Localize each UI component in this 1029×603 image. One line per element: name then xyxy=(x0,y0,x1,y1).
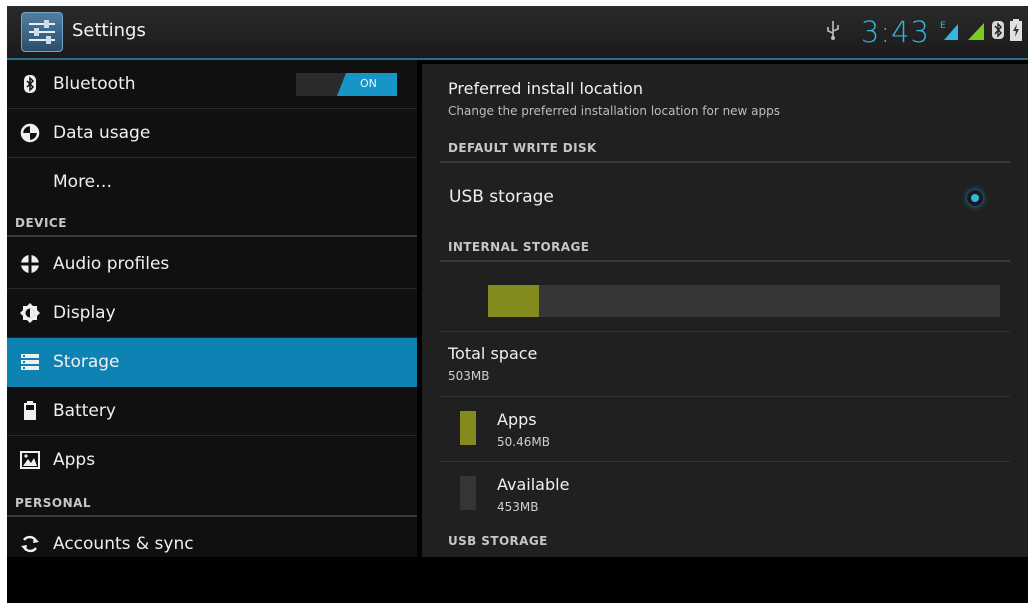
available-color-swatch xyxy=(460,476,476,510)
divider xyxy=(440,331,1010,332)
bluetooth-status-icon xyxy=(992,19,1004,45)
install-location-title[interactable]: Preferred install location xyxy=(448,79,643,98)
divider xyxy=(440,396,1010,397)
storage-usage-bar xyxy=(488,285,1000,317)
divider xyxy=(440,461,1010,462)
available-storage-value: 453MB xyxy=(497,500,539,514)
sidebar-item-label: Display xyxy=(53,303,116,323)
storage-icon xyxy=(20,352,40,372)
svg-text:E: E xyxy=(940,21,946,31)
page-title: Settings xyxy=(72,20,146,41)
display-icon xyxy=(20,303,40,323)
bluetooth-icon xyxy=(20,74,40,94)
apps-icon xyxy=(20,450,40,470)
clock: 3:43 xyxy=(860,15,930,49)
install-location-subtitle: Change the preferred installation locati… xyxy=(448,104,781,118)
sidebar-item-more[interactable]: More… xyxy=(7,158,417,207)
signal-strength-icon xyxy=(966,19,986,45)
bluetooth-toggle[interactable]: ON xyxy=(296,73,397,96)
signal-e-icon: E xyxy=(940,19,960,45)
usb-storage-header: USB STORAGE xyxy=(448,534,548,548)
sidebar-item-label: Battery xyxy=(53,401,116,421)
sidebar-item-label: Accounts & sync xyxy=(53,534,194,554)
sidebar-item-label: Storage xyxy=(53,352,120,372)
sync-icon xyxy=(20,534,40,554)
toggle-state-label: ON xyxy=(360,77,377,90)
available-storage-label: Available xyxy=(497,475,570,494)
sidebar-item-apps[interactable]: Apps xyxy=(7,436,417,485)
action-bar: Settings 3:43 E xyxy=(7,6,1028,60)
storage-usage-fill xyxy=(488,285,540,317)
usb-storage-option[interactable]: USB storage xyxy=(449,187,554,207)
internal-storage-header: INTERNAL STORAGE xyxy=(448,240,590,254)
sidebar-item-battery[interactable]: Battery xyxy=(7,387,417,436)
status-bar: 3:43 E xyxy=(825,14,1022,50)
tablet-screen: Settings 3:43 E Bluetooth ON Data usage … xyxy=(7,6,1028,603)
default-write-disk-header: DEFAULT WRITE DISK xyxy=(448,141,597,155)
total-space-value: 503MB xyxy=(448,369,490,383)
battery-status-icon xyxy=(1010,19,1022,45)
settings-sidebar: Bluetooth ON Data usage More… DEVICE Aud… xyxy=(7,60,417,557)
divider xyxy=(440,260,1010,262)
section-header-device: DEVICE xyxy=(7,207,417,237)
storage-detail-pane: Preferred install location Change the pr… xyxy=(422,64,1028,557)
sidebar-item-label: Audio profiles xyxy=(53,254,170,274)
apps-color-swatch xyxy=(460,411,476,445)
sidebar-item-display[interactable]: Display xyxy=(7,289,417,338)
sidebar-item-accounts-sync[interactable]: Accounts & sync xyxy=(7,520,417,557)
usb-icon xyxy=(825,19,841,45)
section-header-personal: PERSONAL xyxy=(7,487,417,517)
sidebar-item-label: Apps xyxy=(53,450,96,470)
sidebar-item-bluetooth[interactable]: Bluetooth ON xyxy=(7,60,417,109)
navigation-bar xyxy=(7,557,1028,603)
divider xyxy=(440,161,1010,163)
apps-storage-label[interactable]: Apps xyxy=(497,410,537,429)
data-usage-icon xyxy=(20,123,40,143)
sidebar-item-audio-profiles[interactable]: Audio profiles xyxy=(7,240,417,289)
sidebar-item-label: Bluetooth xyxy=(53,74,136,94)
sidebar-item-data-usage[interactable]: Data usage xyxy=(7,109,417,158)
battery-icon xyxy=(20,401,40,421)
sidebar-item-label: More… xyxy=(53,172,113,192)
usb-storage-radio[interactable] xyxy=(967,190,983,206)
apps-storage-value: 50.46MB xyxy=(497,435,550,449)
settings-app-icon[interactable] xyxy=(21,12,63,52)
total-space-label: Total space xyxy=(448,344,538,363)
sidebar-item-label: Data usage xyxy=(53,123,151,143)
audio-profiles-icon xyxy=(20,254,40,274)
sidebar-item-storage[interactable]: Storage xyxy=(7,338,417,387)
